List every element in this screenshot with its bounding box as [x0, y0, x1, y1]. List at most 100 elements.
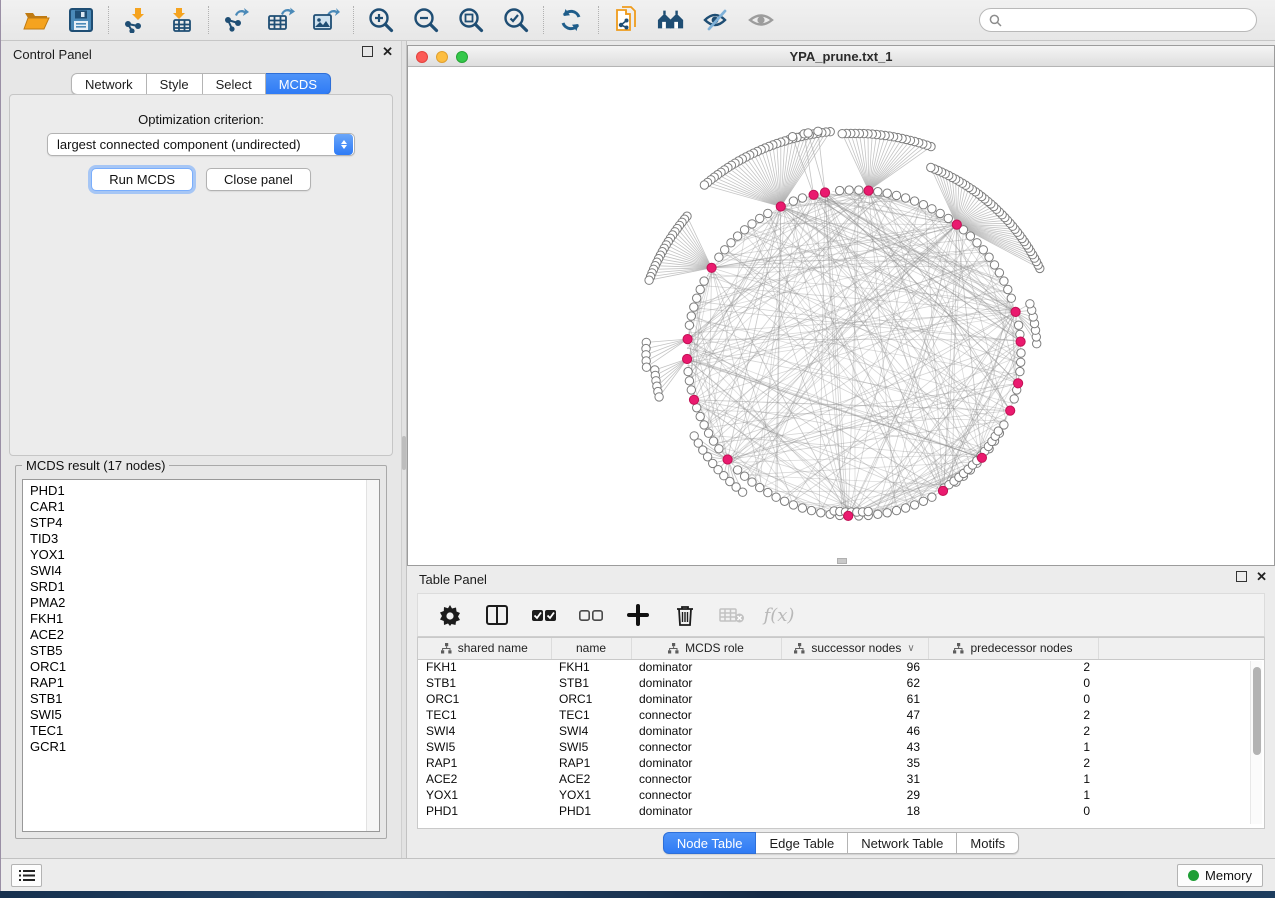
graph-node[interactable]	[780, 497, 788, 505]
cell-shared-name[interactable]: ORC1	[418, 691, 551, 707]
graph-node[interactable]	[919, 201, 927, 209]
add-column-icon[interactable]	[625, 602, 651, 628]
export-network-icon[interactable]	[222, 6, 250, 34]
import-table-icon[interactable]	[167, 6, 195, 34]
graph-node[interactable]	[704, 429, 712, 437]
graph-leaf-node[interactable]	[700, 181, 708, 189]
memory-button[interactable]: Memory	[1177, 864, 1263, 887]
mcds-result-item[interactable]: SWI5	[30, 707, 379, 723]
table-row[interactable]: FKH1FKH1dominator962	[418, 659, 1264, 675]
run-mcds-button[interactable]: Run MCDS	[91, 168, 193, 191]
deselect-all-icon[interactable]	[578, 602, 604, 628]
graph-node[interactable]	[874, 188, 882, 196]
cell-shared-name[interactable]: SWI5	[418, 739, 551, 755]
cell-name[interactable]: SWI5	[551, 739, 631, 755]
graph-node[interactable]	[727, 239, 735, 247]
table-row[interactable]: TEC1TEC1connector472	[418, 707, 1264, 723]
graph-node[interactable]	[990, 261, 998, 269]
graph-node[interactable]	[1017, 349, 1025, 357]
graph-node[interactable]	[1017, 358, 1025, 366]
graph-leaf-node[interactable]	[642, 363, 650, 371]
graph-node[interactable]	[764, 209, 772, 217]
mcds-result-item[interactable]: FKH1	[30, 611, 379, 627]
graph-mcds-node[interactable]	[689, 395, 698, 404]
search-input[interactable]	[1007, 13, 1247, 28]
cell-successor-nodes[interactable]: 46	[781, 723, 928, 739]
mcds-result-item[interactable]: ACE2	[30, 627, 379, 643]
graph-leaf-node[interactable]	[814, 127, 822, 135]
cell-MCDS-role[interactable]: connector	[631, 787, 781, 803]
graph-node[interactable]	[936, 209, 944, 217]
close-table-panel-icon[interactable]: ✕	[1256, 571, 1267, 582]
tab-select[interactable]: Select	[203, 73, 266, 95]
graph-mcds-node[interactable]	[723, 455, 732, 464]
graph-mcds-node[interactable]	[1014, 379, 1023, 388]
graph-node[interactable]	[944, 214, 952, 222]
cell-predecessor-nodes[interactable]: 2	[928, 659, 1098, 675]
graph-node[interactable]	[807, 506, 815, 514]
zoom-in-icon[interactable]	[367, 6, 395, 34]
graph-node[interactable]	[910, 197, 918, 205]
float-panel-icon[interactable]	[362, 46, 373, 57]
tab-mcds[interactable]: MCDS	[266, 73, 331, 95]
graph-node[interactable]	[973, 239, 981, 247]
mcds-result-item[interactable]: PHD1	[30, 483, 379, 499]
cell-name[interactable]: TEC1	[551, 707, 631, 723]
graph-node[interactable]	[928, 493, 936, 501]
cell-MCDS-role[interactable]: dominator	[631, 803, 781, 819]
cell-MCDS-role[interactable]: dominator	[631, 659, 781, 675]
show-graphics-details-icon[interactable]	[747, 6, 775, 34]
mcds-result-item[interactable]: TID3	[30, 531, 379, 547]
mcds-result-item[interactable]: TEC1	[30, 723, 379, 739]
graph-mcds-node[interactable]	[864, 186, 873, 195]
graph-leaf-node[interactable]	[645, 276, 653, 284]
cell-successor-nodes[interactable]: 61	[781, 691, 928, 707]
mcds-result-item[interactable]: SWI4	[30, 563, 379, 579]
cell-shared-name[interactable]: ACE2	[418, 771, 551, 787]
graph-mcds-node[interactable]	[820, 188, 829, 197]
graph-node[interactable]	[798, 504, 806, 512]
cell-successor-nodes[interactable]: 96	[781, 659, 928, 675]
cell-name[interactable]: ACE2	[551, 771, 631, 787]
tab-node-table[interactable]: Node Table	[663, 832, 757, 854]
mcds-result-item[interactable]: YOX1	[30, 547, 379, 563]
graph-node[interactable]	[1014, 321, 1022, 329]
graph-node[interactable]	[883, 509, 891, 517]
cell-successor-nodes[interactable]: 18	[781, 803, 928, 819]
zoom-fit-icon[interactable]	[457, 6, 485, 34]
graph-node[interactable]	[901, 194, 909, 202]
graph-node[interactable]	[772, 493, 780, 501]
cell-name[interactable]: SWI4	[551, 723, 631, 739]
graph-node[interactable]	[687, 386, 695, 394]
graph-node[interactable]	[685, 377, 693, 385]
cell-predecessor-nodes[interactable]: 1	[928, 739, 1098, 755]
table-scrollbar-thumb[interactable]	[1253, 667, 1261, 755]
cell-MCDS-role[interactable]: connector	[631, 707, 781, 723]
graph-node[interactable]	[684, 367, 692, 375]
graph-node[interactable]	[721, 246, 729, 254]
mcds-result-item[interactable]: GCR1	[30, 739, 379, 755]
open-session-icon[interactable]	[22, 6, 50, 34]
graph-mcds-node[interactable]	[938, 486, 947, 495]
split-panel-icon[interactable]	[484, 602, 510, 628]
birdseye-view-icon[interactable]	[657, 6, 685, 34]
graph-node[interactable]	[979, 246, 987, 254]
graph-leaf-node[interactable]	[864, 507, 872, 515]
cell-shared-name[interactable]: TEC1	[418, 707, 551, 723]
table-row[interactable]: SWI4SWI4dominator462	[418, 723, 1264, 739]
tab-motifs[interactable]: Motifs	[957, 832, 1019, 854]
cell-predecessor-nodes[interactable]: 1	[928, 787, 1098, 803]
graph-node[interactable]	[733, 232, 741, 240]
cell-shared-name[interactable]: RAP1	[418, 755, 551, 771]
graph-node[interactable]	[756, 214, 764, 222]
graph-node[interactable]	[756, 483, 764, 491]
tab-network-table[interactable]: Network Table	[848, 832, 957, 854]
export-image-icon[interactable]	[312, 6, 340, 34]
graph-node[interactable]	[985, 253, 993, 261]
graph-leaf-node[interactable]	[738, 488, 746, 496]
graph-node[interactable]	[696, 285, 704, 293]
delete-column-icon[interactable]	[672, 602, 698, 628]
cell-predecessor-nodes[interactable]: 0	[928, 691, 1098, 707]
cell-predecessor-nodes[interactable]: 2	[928, 723, 1098, 739]
float-table-panel-icon[interactable]	[1236, 571, 1247, 582]
